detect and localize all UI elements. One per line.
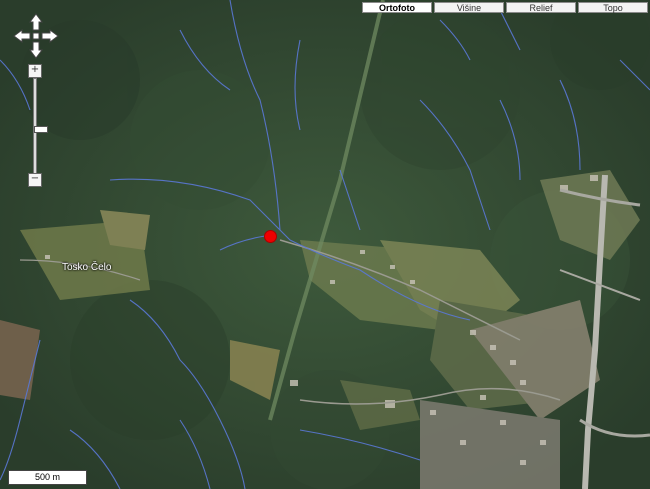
pan-down-icon[interactable] xyxy=(29,41,43,59)
location-marker[interactable] xyxy=(264,230,277,243)
orthophoto-imagery xyxy=(0,0,650,489)
pan-right-icon[interactable] xyxy=(41,29,59,43)
zoom-slider-thumb[interactable] xyxy=(34,126,48,133)
zoom-in-button[interactable]: + xyxy=(28,64,42,78)
pan-control xyxy=(12,12,60,60)
pan-arrows-icon xyxy=(13,13,59,59)
place-label: Tosko Čelo xyxy=(62,262,112,273)
scale-bar: 500 m xyxy=(8,470,87,485)
zoom-slider-track[interactable] xyxy=(33,78,48,174)
pan-left-icon[interactable] xyxy=(13,29,31,43)
zoom-control: + − xyxy=(28,64,48,187)
map-type-switcher: Ortofoto Višine Relief Topo xyxy=(362,2,648,13)
maptype-relief-button[interactable]: Relief xyxy=(506,2,576,13)
maptype-ortofoto-button[interactable]: Ortofoto xyxy=(362,2,432,13)
maptype-visine-button[interactable]: Višine xyxy=(434,2,504,13)
zoom-out-button[interactable]: − xyxy=(28,173,42,187)
maptype-topo-button[interactable]: Topo xyxy=(578,2,648,13)
map-view[interactable]: Ortofoto Višine Relief Topo + − Tosko Če… xyxy=(0,0,650,489)
pan-center-icon[interactable] xyxy=(32,32,40,40)
pan-up-icon[interactable] xyxy=(29,13,43,31)
